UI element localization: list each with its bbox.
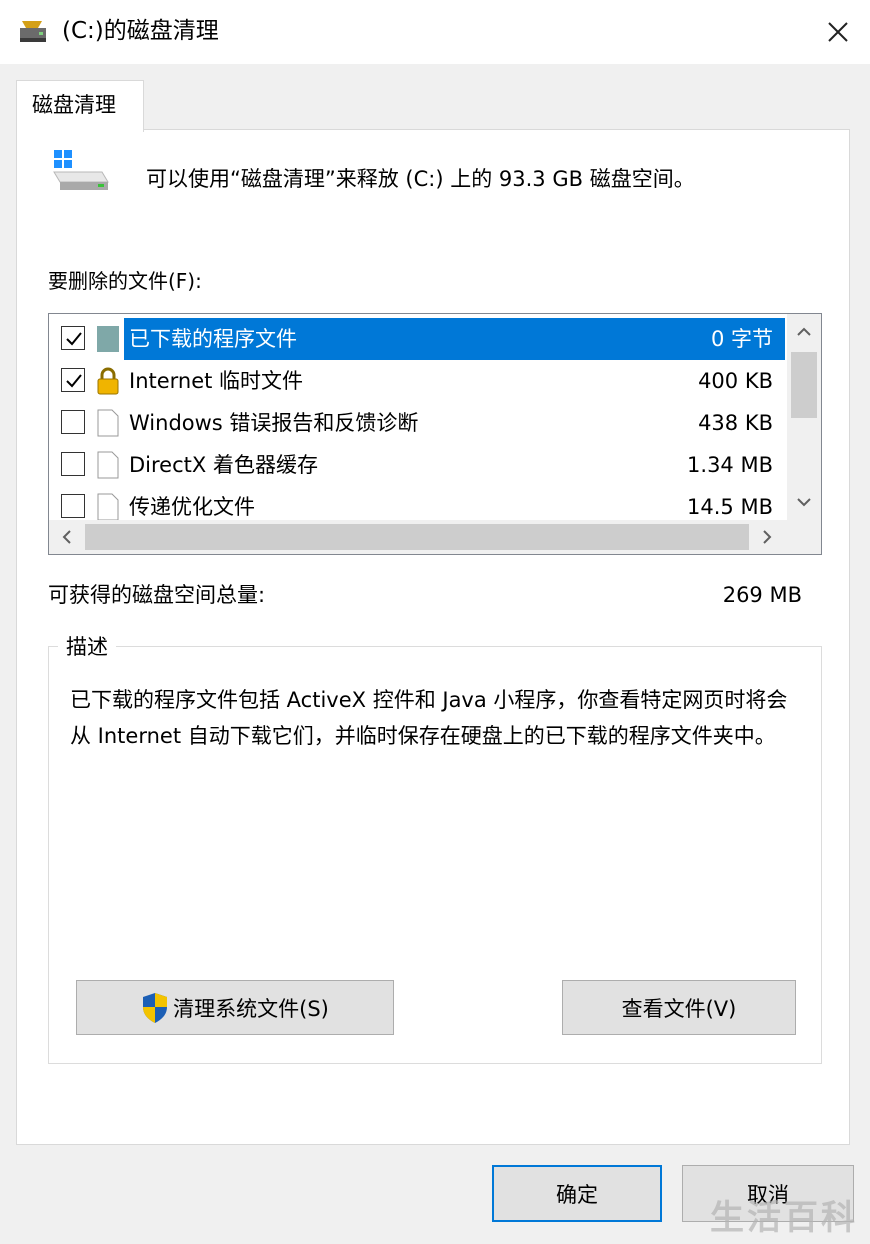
scroll-up-button[interactable] xyxy=(787,314,821,350)
view-files-label: 查看文件(V) xyxy=(621,996,737,1021)
disk-cleanup-icon xyxy=(18,18,48,46)
scroll-down-button[interactable] xyxy=(787,484,821,520)
selected-cell: 已下载的程序文件 0 字节 xyxy=(124,318,785,360)
chevron-left-icon xyxy=(62,530,71,544)
ok-button[interactable]: 确定 xyxy=(492,1165,662,1222)
list-item[interactable]: Internet 临时文件 400 KB xyxy=(49,360,787,402)
vertical-scroll-thumb[interactable] xyxy=(791,352,817,418)
list-item[interactable]: Windows 错误报告和反馈诊断 438 KB xyxy=(49,402,787,444)
scroll-left-button[interactable] xyxy=(49,520,85,554)
checkbox[interactable] xyxy=(61,452,85,476)
item-size: 0 字节 xyxy=(710,327,773,351)
vertical-scrollbar[interactable] xyxy=(787,314,821,520)
clean-system-files-label: 清理系统文件(S) xyxy=(173,996,329,1021)
lock-icon xyxy=(95,366,121,396)
file-icon xyxy=(95,450,121,480)
total-space-value: 269 MB xyxy=(722,583,802,607)
horizontal-scrollbar[interactable] xyxy=(49,520,821,554)
tab-disk-cleanup[interactable]: 磁盘清理 xyxy=(16,80,144,132)
ok-label: 确定 xyxy=(556,1182,598,1207)
checkbox[interactable] xyxy=(61,368,85,392)
horizontal-scroll-thumb[interactable] xyxy=(85,524,749,550)
scrollbar-corner xyxy=(787,520,821,554)
item-name: 已下载的程序文件 xyxy=(129,327,297,351)
close-icon xyxy=(828,22,848,42)
view-files-button[interactable]: 查看文件(V) xyxy=(562,980,796,1035)
chevron-right-icon xyxy=(763,530,772,544)
item-cell: DirectX 着色器缓存 1.34 MB xyxy=(124,444,785,486)
file-icon xyxy=(95,408,121,438)
files-to-delete-list[interactable]: 已下载的程序文件 0 字节 Internet 临时文件 400 KB Windo… xyxy=(48,313,822,555)
item-size: 400 KB xyxy=(698,369,773,393)
file-icon xyxy=(95,492,121,522)
item-name: Windows 错误报告和反馈诊断 xyxy=(129,411,419,435)
total-space-label: 可获得的磁盘空间总量: xyxy=(48,583,266,607)
item-size: 438 KB xyxy=(698,411,773,435)
item-name: DirectX 着色器缓存 xyxy=(129,453,318,477)
checkbox[interactable] xyxy=(61,326,85,350)
drive-icon xyxy=(50,148,110,194)
files-list-label: 要删除的文件(F): xyxy=(48,269,202,293)
description-text: 已下载的程序文件包括 ActiveX 控件和 Java 小程序，你查看特定网页时… xyxy=(70,688,788,748)
checkbox[interactable] xyxy=(61,494,85,518)
item-cell: Windows 错误报告和反馈诊断 438 KB xyxy=(124,402,785,444)
chevron-down-icon xyxy=(797,498,811,507)
item-size: 1.34 MB xyxy=(687,453,773,477)
description-legend: 描述 xyxy=(58,632,116,662)
watermark: 生活百科 xyxy=(710,1198,858,1238)
folder-icon xyxy=(95,324,121,354)
window-title: (C:)的磁盘清理 xyxy=(62,18,219,44)
item-name: Internet 临时文件 xyxy=(129,369,304,393)
clean-system-files-button[interactable]: 清理系统文件(S) xyxy=(76,980,394,1035)
shield-icon xyxy=(143,992,168,1023)
list-item[interactable]: 已下载的程序文件 0 字节 xyxy=(49,318,787,360)
list-item[interactable]: DirectX 着色器缓存 1.34 MB xyxy=(49,444,787,486)
scroll-right-button[interactable] xyxy=(749,520,785,554)
item-cell: Internet 临时文件 400 KB xyxy=(124,360,785,402)
checkbox[interactable] xyxy=(61,410,85,434)
title-bar: (C:)的磁盘清理 xyxy=(0,0,870,64)
chevron-up-icon xyxy=(797,327,811,336)
intro-text: 可以使用“磁盘清理”来释放 (C:) 上的 93.3 GB 磁盘空间。 xyxy=(146,167,695,191)
close-button[interactable] xyxy=(806,0,870,64)
